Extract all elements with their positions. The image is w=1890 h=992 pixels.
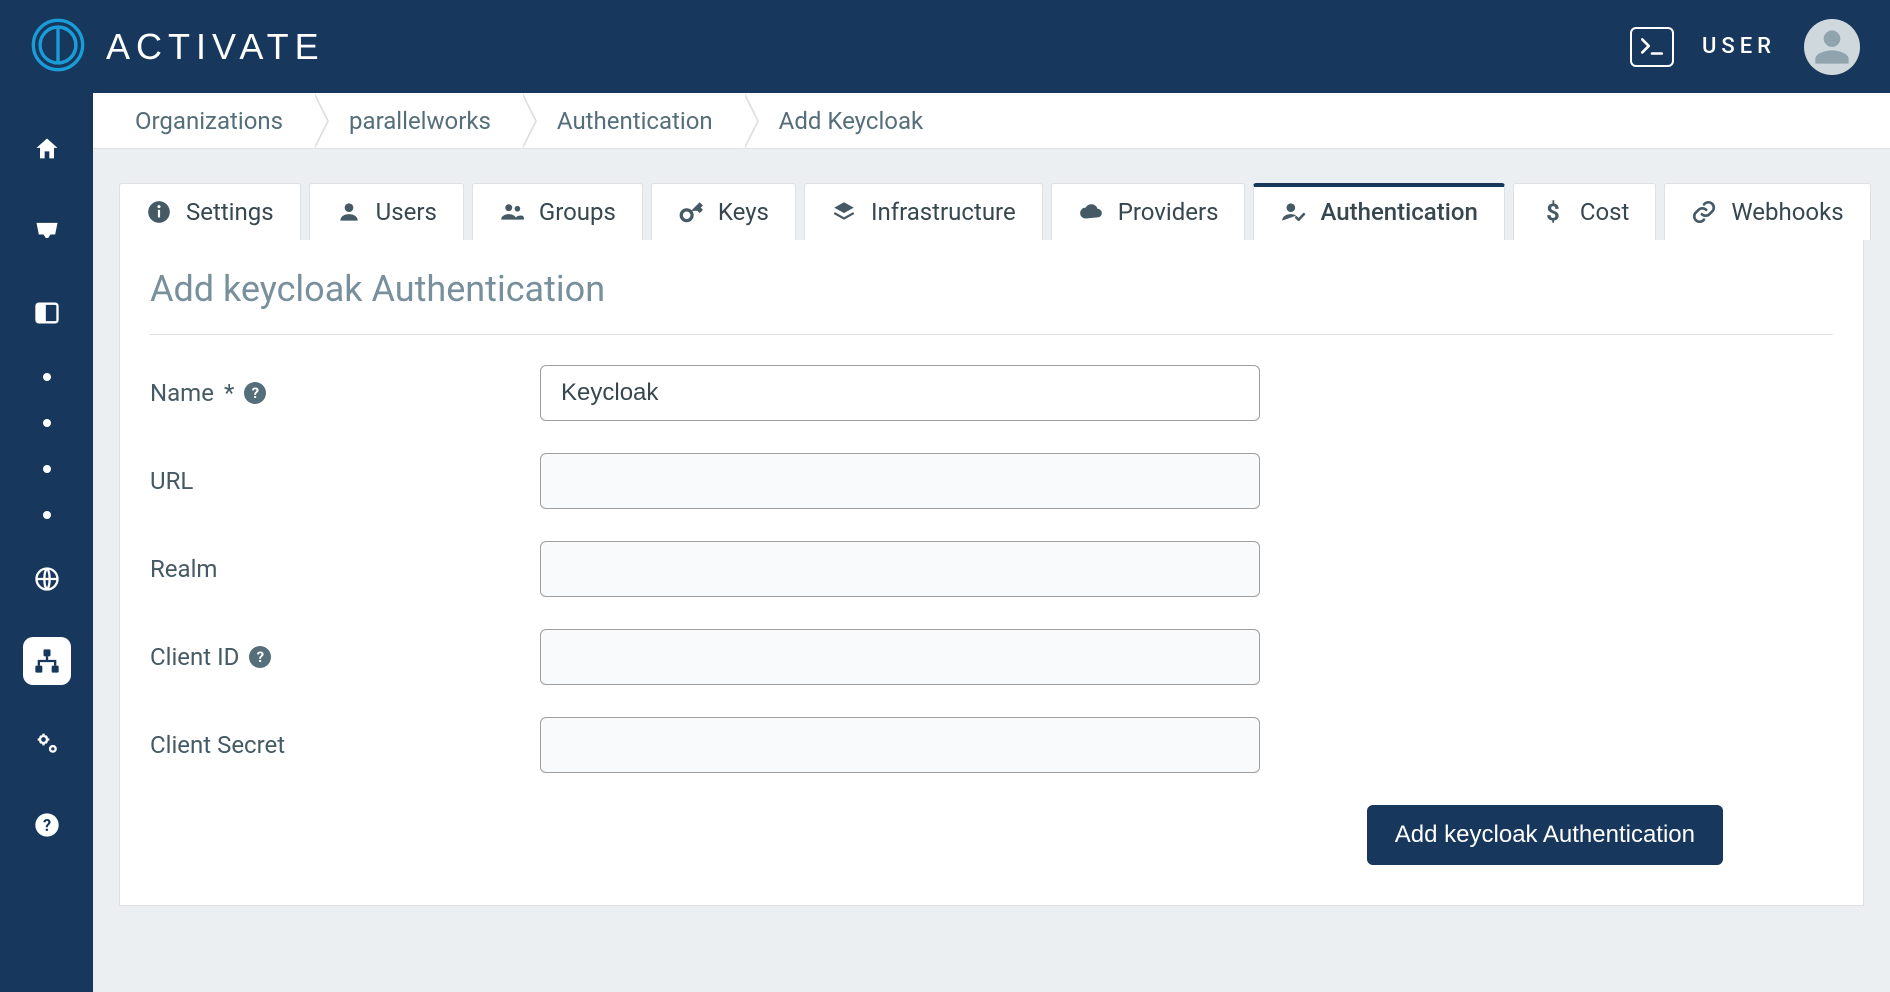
breadcrumb-organizations[interactable]: Organizations <box>99 93 313 149</box>
content: Organizations parallelworks Authenticati… <box>93 93 1890 992</box>
label-text: Name <box>150 379 214 407</box>
form-row-client-secret: Client Secret <box>150 717 1833 773</box>
breadcrumb-parallelworks[interactable]: parallelworks <box>313 93 521 149</box>
sidebar-item-panel[interactable] <box>23 289 71 337</box>
org-icon <box>33 647 61 675</box>
svg-text:$: $ <box>1546 199 1560 225</box>
submit-button[interactable]: Add keycloak Authentication <box>1367 805 1723 865</box>
tab-label: Infrastructure <box>871 198 1016 226</box>
topbar-right: USER <box>1630 19 1860 75</box>
sidebar-item-help[interactable]: ? <box>23 801 71 849</box>
tabs: Settings Users Groups Keys Infrastructur… <box>119 183 1864 240</box>
tab-cost[interactable]: $ Cost <box>1513 183 1657 240</box>
input-url[interactable] <box>540 453 1260 509</box>
help-icon: ? <box>33 811 61 839</box>
sidebar-item-globe[interactable] <box>23 555 71 603</box>
brand-logo-icon <box>30 17 86 77</box>
tab-label: Cost <box>1580 198 1630 226</box>
sidebar: ? <box>0 93 93 992</box>
form-row-url: URL <box>150 453 1833 509</box>
label-client-id: Client ID ? <box>150 643 540 671</box>
tab-settings[interactable]: Settings <box>119 183 301 240</box>
help-icon[interactable]: ? <box>244 382 266 404</box>
inbox-icon <box>33 217 61 245</box>
tab-label: Groups <box>539 198 616 226</box>
terminal-button[interactable] <box>1630 27 1674 67</box>
label-text: URL <box>150 467 193 495</box>
required-mark: * <box>224 379 234 407</box>
form-row-realm: Realm <box>150 541 1833 597</box>
user-avatar[interactable] <box>1804 19 1860 75</box>
sidebar-item-inbox[interactable] <box>23 207 71 255</box>
tab-users[interactable]: Users <box>309 183 464 240</box>
panel: Add keycloak Authentication Name * ? URL… <box>119 240 1864 906</box>
breadcrumb-add-keycloak[interactable]: Add Keycloak <box>743 93 954 149</box>
label-url: URL <box>150 467 540 495</box>
tab-authentication[interactable]: Authentication <box>1253 183 1504 240</box>
tab-keys[interactable]: Keys <box>651 183 796 240</box>
tab-label: Webhooks <box>1731 198 1843 226</box>
sidebar-item-org[interactable] <box>23 637 71 685</box>
brand: ACTIVATE <box>30 17 325 77</box>
input-client-id[interactable] <box>540 629 1260 685</box>
help-icon[interactable]: ? <box>249 646 271 668</box>
label-text: Client Secret <box>150 731 285 759</box>
tab-label: Users <box>376 198 437 226</box>
sidebar-dot <box>43 373 51 381</box>
sidebar-dot <box>43 465 51 473</box>
terminal-icon <box>1639 36 1665 58</box>
sidebar-dot <box>43 511 51 519</box>
tab-label: Keys <box>718 198 769 226</box>
label-text: Realm <box>150 555 217 583</box>
panel-icon <box>33 299 61 327</box>
users-icon <box>499 199 525 225</box>
sidebar-item-home[interactable] <box>23 125 71 173</box>
dollar-icon: $ <box>1540 199 1566 225</box>
sidebar-dot <box>43 419 51 427</box>
link-icon <box>1691 199 1717 225</box>
form-row-client-id: Client ID ? <box>150 629 1833 685</box>
label-text: Client ID <box>150 643 239 671</box>
input-client-secret[interactable] <box>540 717 1260 773</box>
svg-text:?: ? <box>42 816 50 835</box>
tab-label: Providers <box>1118 198 1219 226</box>
tab-label: Settings <box>186 198 274 226</box>
form-row-name: Name * ? <box>150 365 1833 421</box>
input-name[interactable] <box>540 365 1260 421</box>
user-label: USER <box>1702 34 1776 59</box>
breadcrumb: Organizations parallelworks Authenticati… <box>93 93 1890 149</box>
tab-infrastructure[interactable]: Infrastructure <box>804 183 1043 240</box>
user-check-icon <box>1280 199 1306 225</box>
tab-providers[interactable]: Providers <box>1051 183 1246 240</box>
tab-groups[interactable]: Groups <box>472 183 643 240</box>
topbar: ACTIVATE USER <box>0 0 1890 93</box>
panel-title: Add keycloak Authentication <box>150 268 1833 335</box>
home-icon <box>33 135 61 163</box>
layers-icon <box>831 199 857 225</box>
avatar-icon <box>1812 27 1852 67</box>
label-client-secret: Client Secret <box>150 731 540 759</box>
brand-name: ACTIVATE <box>106 26 325 68</box>
key-icon <box>678 199 704 225</box>
tab-webhooks[interactable]: Webhooks <box>1664 183 1870 240</box>
user-icon <box>336 199 362 225</box>
cloud-icon <box>1078 199 1104 225</box>
label-name: Name * ? <box>150 379 540 407</box>
gears-icon <box>33 729 61 757</box>
breadcrumb-authentication[interactable]: Authentication <box>521 93 743 149</box>
form-actions: Add keycloak Authentication <box>150 805 1833 865</box>
globe-icon <box>33 565 61 593</box>
info-icon <box>146 199 172 225</box>
input-realm[interactable] <box>540 541 1260 597</box>
tab-label: Authentication <box>1320 198 1477 226</box>
label-realm: Realm <box>150 555 540 583</box>
sidebar-item-settings[interactable] <box>23 719 71 767</box>
